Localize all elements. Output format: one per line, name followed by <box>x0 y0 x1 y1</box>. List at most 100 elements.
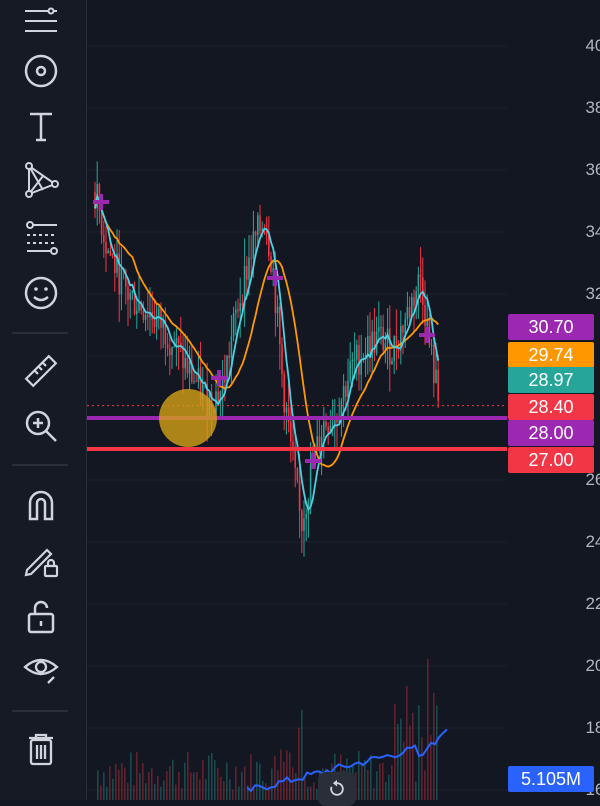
candle-body <box>316 436 318 449</box>
candle-body <box>345 386 347 397</box>
volume-bar <box>406 686 408 800</box>
volume-bar <box>187 751 189 800</box>
text-tool-icon[interactable] <box>12 103 70 149</box>
candle-body <box>358 344 360 375</box>
price-axis-label: 22.00 <box>585 594 600 613</box>
volume-bar <box>193 772 195 800</box>
volume-bar <box>382 762 384 800</box>
emoji-icon[interactable] <box>12 270 70 316</box>
candle-body <box>380 327 382 329</box>
volume-bar <box>112 778 114 800</box>
candle-body <box>378 327 380 332</box>
candle-body <box>111 255 114 257</box>
volume-bar <box>253 789 255 800</box>
price-axis-label: 24.00 <box>585 532 600 551</box>
pattern-tool-icon[interactable] <box>12 157 70 203</box>
volume-bar <box>361 763 363 800</box>
candle-body <box>114 256 116 273</box>
candle-body <box>232 313 235 337</box>
candle-body <box>296 467 299 481</box>
magnet-icon[interactable] <box>12 482 70 528</box>
volume-bar <box>376 771 378 800</box>
menu-lines-icon[interactable] <box>12 0 70 46</box>
volume-bar <box>358 751 360 800</box>
volume-bar <box>289 752 291 800</box>
volume-bar <box>286 750 288 800</box>
price-axis-label: 34.00 <box>585 222 600 241</box>
volume-bar <box>178 771 180 800</box>
volume-bar <box>202 760 204 800</box>
candle-body <box>129 292 131 300</box>
ruler-icon[interactable] <box>12 348 70 394</box>
candle-body <box>171 347 173 356</box>
volume-bar <box>169 765 171 800</box>
volume-bar <box>388 774 390 800</box>
candle-body <box>252 231 255 259</box>
volume-bar <box>409 725 411 800</box>
candle-body <box>246 265 248 280</box>
volume-bar <box>106 786 108 800</box>
price-axis-label: 40.00 <box>585 36 600 55</box>
highlight-circle <box>159 389 217 447</box>
price-axis-label: 32.00 <box>585 284 600 303</box>
candle-body <box>107 250 109 254</box>
reset-chart-button[interactable] <box>318 772 356 806</box>
candle-body <box>406 306 409 320</box>
volume-bar <box>199 779 201 800</box>
volume-bar <box>121 763 123 800</box>
fib-tool-icon[interactable] <box>12 214 70 260</box>
candle-body <box>417 274 420 292</box>
candle-body <box>195 381 197 383</box>
volume-bar <box>424 770 426 800</box>
candle-body <box>430 345 433 347</box>
volume-bar <box>109 766 111 800</box>
crosshair-circle-icon[interactable] <box>12 48 70 94</box>
volume-bar <box>274 756 276 800</box>
trash-icon[interactable] <box>12 726 70 772</box>
candle-body <box>217 391 219 402</box>
volume-badge: 5.105M <box>508 766 594 792</box>
volume-bar <box>307 786 309 800</box>
candle-body <box>287 407 290 423</box>
candle-body <box>147 314 149 318</box>
volume-bar <box>175 784 177 800</box>
candle-body <box>105 242 107 254</box>
volume-bar <box>271 768 273 800</box>
candle-body <box>103 235 105 243</box>
volume-bar <box>163 780 165 800</box>
volume-bar <box>238 786 240 800</box>
candle-body <box>391 360 393 365</box>
volume-bar <box>229 779 231 800</box>
volume-bar <box>118 770 120 800</box>
zoom-in-icon[interactable] <box>12 403 70 449</box>
candle-body <box>351 359 354 362</box>
candle-body <box>230 336 233 358</box>
candle-body <box>127 286 129 300</box>
candle-body <box>279 306 281 345</box>
volume-bar <box>304 779 306 800</box>
price-badge-purple: 30.70 <box>508 314 594 340</box>
volume-bar <box>124 767 126 800</box>
candle-body <box>120 268 123 295</box>
price-badge-teal: 28.97 <box>508 367 594 393</box>
volume-bar <box>184 762 186 800</box>
candle-body <box>248 257 250 280</box>
candle-body <box>193 381 195 383</box>
unlock-icon[interactable] <box>12 593 70 639</box>
candle-body <box>437 369 439 401</box>
lock-drawing-icon[interactable] <box>12 537 70 583</box>
volume-bar <box>259 763 261 800</box>
volume-bar <box>415 781 417 800</box>
eye-icon[interactable] <box>12 644 70 690</box>
volume-bar <box>298 727 300 800</box>
candle-body <box>305 514 307 519</box>
candle-body <box>136 310 138 314</box>
candle-body <box>413 297 415 306</box>
candle-body <box>144 314 147 320</box>
volume-bar <box>280 749 282 800</box>
candle-body <box>298 480 301 511</box>
volume-bar <box>226 762 228 800</box>
candle-body <box>323 421 325 438</box>
price-axis-label: 36.00 <box>585 160 600 179</box>
candle-body <box>402 325 404 333</box>
